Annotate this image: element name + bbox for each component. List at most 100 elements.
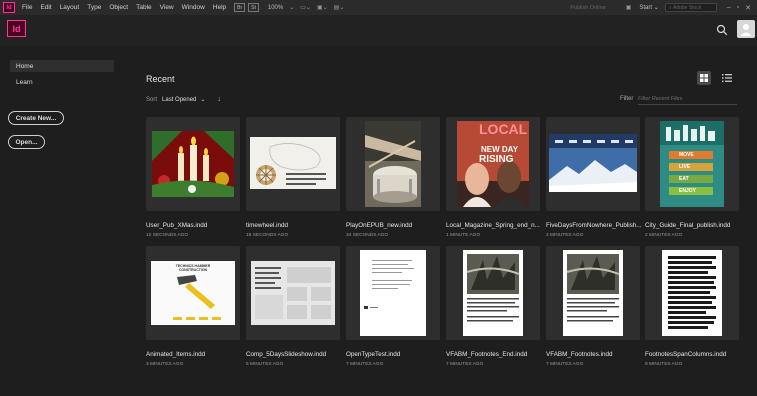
create-new-button[interactable]: Create New... xyxy=(8,111,64,125)
file-card-city-guide[interactable]: MOVE LIVE EAT ENJOY xyxy=(645,117,739,211)
magazine-title: LOCAL xyxy=(479,121,528,137)
profile-avatar[interactable] xyxy=(737,20,755,38)
menu-edit[interactable]: Edit xyxy=(40,4,51,11)
thumbnail-mountains xyxy=(549,134,637,192)
thumbnail-slideshow xyxy=(251,261,335,325)
search-icon[interactable] xyxy=(716,24,728,36)
thumbnail-city-guide: MOVE LIVE EAT ENJOY xyxy=(660,121,724,207)
file-card-playonepub[interactable] xyxy=(346,117,440,211)
workspace-switcher[interactable]: Start ⌄ xyxy=(639,4,658,11)
file-name[interactable]: OpenTypeTest.indd xyxy=(346,351,442,358)
file-time: 16 SECONDS AGO xyxy=(246,233,289,238)
thumbnail-magazine: LOCAL NEW DAY RISING xyxy=(457,121,529,207)
menu-help[interactable]: Help xyxy=(213,4,226,11)
file-card-footnotes-span-columns[interactable] xyxy=(645,246,739,340)
menu-items: File Edit Layout Type Object Table View … xyxy=(22,4,234,11)
file-time: 12 SECONDS AGO xyxy=(146,233,189,238)
filter-label: Filter xyxy=(620,96,634,102)
menu-view[interactable]: View xyxy=(160,4,174,11)
minimize-icon[interactable]: – xyxy=(727,4,731,11)
file-time: 2 MINUTES AGO xyxy=(645,233,683,238)
file-card-fivedays[interactable] xyxy=(546,117,640,211)
sort-dropdown[interactable]: Last Opened xyxy=(162,97,196,103)
workspace-label: Start xyxy=(639,5,653,11)
file-card-vfabm-footnotes[interactable] xyxy=(546,246,640,340)
menu-table[interactable]: Table xyxy=(136,4,152,11)
thumbnail-timewheel xyxy=(250,137,336,189)
file-card-animated-items[interactable]: TECHNICS HAMMER CONSTRUCTION xyxy=(146,246,240,340)
indesign-logo: Id xyxy=(7,20,26,37)
file-card-comp-slideshow[interactable] xyxy=(246,246,340,340)
file-time: 1 MINUTE AGO xyxy=(446,233,481,238)
file-name[interactable]: User_Pub_XMas.indd xyxy=(146,222,242,229)
magazine-word: RISING xyxy=(479,154,514,165)
stock-search-field[interactable]: ⌕ Adobe Stock xyxy=(664,3,717,12)
file-time: 8 MINUTES AGO xyxy=(645,362,683,367)
file-name[interactable]: VFABM_Footnotes.indd xyxy=(546,351,642,358)
file-time: 2 MINUTES AGO xyxy=(546,233,584,238)
thumbnail-footnotes xyxy=(563,250,623,336)
file-name[interactable]: PlayOnEPUB_new.indd xyxy=(346,222,442,229)
zoom-level[interactable]: 100% xyxy=(268,5,283,11)
menu-window[interactable]: Window xyxy=(182,4,205,11)
stock-search-placeholder: Adobe Stock xyxy=(672,4,702,11)
file-name[interactable]: Local_Magazine_Spring_end_n... xyxy=(446,222,542,229)
home-header: Id xyxy=(0,15,757,46)
city-button-live: LIVE xyxy=(669,163,713,171)
app-menu-logo[interactable]: Id xyxy=(3,2,15,13)
file-card-vfabm-footnotes-end[interactable] xyxy=(446,246,540,340)
screen-mode-icon[interactable]: ▣⌄ xyxy=(317,4,328,11)
file-name[interactable]: Comp_5DaysSlideshow.indd xyxy=(246,351,342,358)
view-options-icon[interactable]: ▭⌄ xyxy=(300,4,311,11)
file-name[interactable]: City_Guide_Final_publish.indd xyxy=(645,222,741,229)
file-time: 7 MINUTES AGO xyxy=(446,362,484,367)
file-name[interactable]: FiveDaysFromNowhere_Publish... xyxy=(546,222,642,229)
sort-label: Sort xyxy=(146,96,158,103)
sidebar: Home Learn Create New... Open... xyxy=(0,46,125,396)
chevron-down-icon[interactable]: ⌄ xyxy=(200,96,205,103)
thumbnail-drum xyxy=(365,121,421,207)
menu-object[interactable]: Object xyxy=(109,4,128,11)
city-button-eat: EAT xyxy=(669,175,713,183)
publish-online-button[interactable]: Publish Online xyxy=(570,5,605,11)
file-time: 3 MINUTES AGO xyxy=(146,362,184,367)
share-icon[interactable]: ▣ xyxy=(626,4,632,11)
magazine-sub: NEW DAY xyxy=(481,145,519,154)
city-button-move: MOVE xyxy=(669,151,713,159)
sort-control: Sort Last Opened ⌄ ↓ xyxy=(146,96,221,103)
zoom-chevron-icon[interactable]: ⌄ xyxy=(289,4,294,11)
menu-type[interactable]: Type xyxy=(87,4,101,11)
file-time: 7 MINUTES AGO xyxy=(346,362,384,367)
arrange-documents-icon[interactable]: ▤⌄ xyxy=(334,4,345,11)
thumbnail-span-columns xyxy=(662,250,722,336)
sidebar-item-home[interactable]: Home xyxy=(10,60,114,72)
menubar-right: Publish Online ▣ Start ⌄ ⌕ Adobe Stock –… xyxy=(570,0,757,15)
file-card-local-magazine[interactable]: LOCAL NEW DAY RISING xyxy=(446,117,540,211)
file-card-timewheel[interactable] xyxy=(246,117,340,211)
file-time: 7 MINUTES AGO xyxy=(546,362,584,367)
bridge-button[interactable]: Br xyxy=(234,3,246,12)
file-card-user-pub-xmas[interactable] xyxy=(146,117,240,211)
sort-direction-icon[interactable]: ↓ xyxy=(217,96,221,103)
stock-button[interactable]: St xyxy=(248,3,259,12)
grid-view-button[interactable] xyxy=(697,71,711,85)
menu-layout[interactable]: Layout xyxy=(60,4,80,11)
filter-input[interactable] xyxy=(638,94,737,105)
thumbnail-footnotes-end xyxy=(463,250,523,336)
file-time: 34 SECONDS AGO xyxy=(346,233,389,238)
file-name[interactable]: FootnotesSpanColumns.indd xyxy=(645,351,741,358)
file-name[interactable]: VFABM_Footnotes_End.indd xyxy=(446,351,542,358)
file-name[interactable]: Animated_Items.indd xyxy=(146,351,242,358)
thumbnail-xmas xyxy=(152,131,234,197)
file-card-opentypetest[interactable] xyxy=(346,246,440,340)
list-view-button[interactable] xyxy=(721,72,733,84)
file-time: 5 MINUTES AGO xyxy=(246,362,284,367)
menu-file[interactable]: File xyxy=(22,4,32,11)
menu-bar: Id File Edit Layout Type Object Table Vi… xyxy=(0,0,757,15)
close-icon[interactable]: ✕ xyxy=(745,4,751,12)
restore-icon[interactable]: ▫ xyxy=(737,4,739,11)
open-button[interactable]: Open... xyxy=(8,135,45,149)
thumbnail-opentype xyxy=(360,250,426,336)
file-name[interactable]: timewheel.indd xyxy=(246,222,342,229)
sidebar-item-learn[interactable]: Learn xyxy=(10,76,114,88)
